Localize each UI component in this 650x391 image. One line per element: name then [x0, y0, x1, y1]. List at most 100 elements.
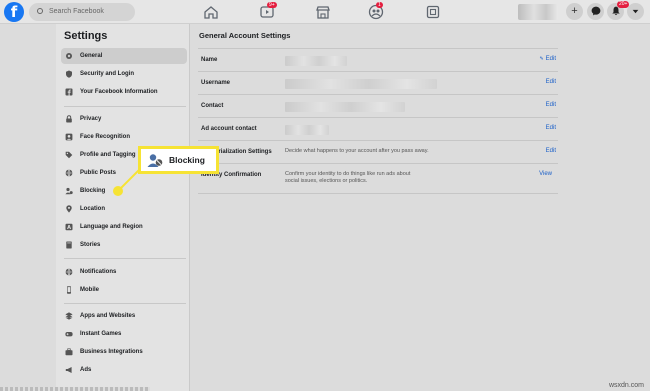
pencil-icon: ✎: [539, 56, 544, 62]
settings-row-memorialization[interactable]: Memorialization Settings Decide what hap…: [198, 140, 558, 162]
create-button[interactable]: +: [566, 3, 583, 20]
block-user-icon: [65, 187, 73, 195]
sidebar-item-label: Public Posts: [80, 170, 117, 176]
globe-icon: [65, 169, 73, 177]
edit-link[interactable]: Edit: [546, 102, 556, 108]
sidebar-item-label: Instant Games: [80, 331, 122, 337]
sidebar-item-label: Blocking: [80, 188, 106, 194]
marketplace-icon[interactable]: [315, 4, 331, 20]
gear-icon: [65, 52, 73, 60]
briefcase-icon: [65, 348, 73, 356]
sidebar-divider: [64, 303, 186, 304]
sidebar-item-label: Security and Login: [80, 71, 135, 77]
shield-icon: [65, 70, 73, 78]
edit-link[interactable]: Edit: [546, 79, 556, 85]
row-label: Name: [201, 57, 218, 63]
row-label: Contact: [201, 103, 224, 109]
sidebar-item-facebook-information[interactable]: Your Facebook Information: [61, 84, 187, 100]
sidebar-title: Settings: [64, 30, 108, 42]
sidebar-item-label: Apps and Websites: [80, 313, 136, 319]
svg-text:A: A: [67, 225, 71, 231]
face-icon: [65, 133, 73, 141]
redacted-value: [285, 56, 347, 66]
facebook-icon: [65, 88, 73, 96]
gaming-icon[interactable]: [425, 4, 441, 20]
plus-icon: +: [571, 5, 578, 17]
search-placeholder: Search Facebook: [49, 8, 104, 15]
sidebar-item-label: Face Recognition: [80, 134, 131, 140]
view-link[interactable]: View: [539, 171, 552, 177]
sidebar-item-label: Business Integrations: [80, 349, 143, 355]
caret-down-icon: [632, 9, 639, 14]
apps-icon: [65, 312, 73, 320]
row-divider: [198, 193, 558, 194]
sidebar-divider: [64, 106, 186, 107]
row-label: Ad account contact: [201, 126, 257, 132]
sidebar-item-label: General: [80, 53, 103, 59]
profile-avatar[interactable]: [518, 4, 558, 20]
notifications-button[interactable]: 20+: [607, 1, 630, 20]
game-icon: [65, 330, 73, 338]
row-description: Decide what happens to your account afte…: [285, 148, 429, 154]
sidebar-item-instant-games[interactable]: Instant Games: [61, 326, 187, 342]
settings-row-username[interactable]: Username Edit: [198, 71, 558, 93]
sidebar-item-label: Profile and Tagging: [80, 152, 136, 158]
sidebar-item-language-region[interactable]: A Language and Region: [61, 219, 187, 235]
redacted-value: [285, 79, 437, 89]
sidebar-item-label: Notifications: [80, 269, 117, 275]
edit-link[interactable]: Edit: [546, 148, 556, 154]
sidebar-item-blocking[interactable]: Blocking: [61, 183, 187, 199]
groups-badge: 1: [376, 2, 383, 8]
messenger-button[interactable]: [587, 3, 604, 20]
sidebar-item-mobile[interactable]: Mobile: [61, 282, 187, 298]
settings-row-identity-confirmation[interactable]: Identity Confirmation Confirm your ident…: [198, 163, 558, 193]
groups-icon[interactable]: 1: [368, 2, 384, 20]
lock-icon: [65, 115, 73, 123]
row-description: Confirm your identity to do things like …: [285, 171, 411, 184]
sidebar-item-face-recognition[interactable]: Face Recognition: [61, 129, 187, 145]
globe-icon: [65, 268, 73, 276]
edit-link[interactable]: ✎ Edit: [539, 56, 556, 62]
block-user-icon: [147, 154, 163, 167]
sidebar-item-label: Privacy: [80, 116, 102, 122]
settings-row-name[interactable]: Name ✎ Edit: [198, 48, 558, 70]
phone-icon: [65, 286, 73, 294]
home-icon[interactable]: [203, 4, 219, 20]
settings-row-contact[interactable]: Contact Edit: [198, 94, 558, 116]
sidebar-item-label: Location: [80, 206, 105, 212]
edit-link[interactable]: Edit: [546, 125, 556, 131]
sidebar-item-label: Your Facebook Information: [80, 89, 158, 95]
sidebar-item-ads[interactable]: Ads: [61, 362, 187, 378]
pin-icon: [65, 205, 73, 213]
account-menu-button[interactable]: [627, 3, 644, 20]
top-bar: f Search Facebook 9+ 1 + 20+: [0, 0, 650, 24]
messenger-icon: [591, 6, 600, 16]
sidebar-item-label: Ads: [80, 367, 92, 373]
sidebar-item-notifications[interactable]: Notifications: [61, 264, 187, 280]
sidebar-divider: [64, 258, 186, 259]
watch-icon[interactable]: 9+: [259, 2, 277, 20]
callout-label: Blocking: [169, 155, 205, 165]
watermark: wsxdn.com: [608, 382, 644, 389]
redacted-value: [285, 125, 329, 135]
sidebar-item-label: Language and Region: [80, 224, 143, 230]
blocking-callout: Blocking: [138, 146, 219, 174]
megaphone-icon: [65, 366, 73, 374]
sidebar-item-apps-websites[interactable]: Apps and Websites: [61, 308, 187, 324]
taskbar-strip: [0, 387, 150, 391]
general-account-settings-panel: General Account Settings Name ✎ Edit User…: [190, 24, 650, 391]
row-label: Username: [201, 80, 231, 86]
sidebar-item-label: Mobile: [80, 287, 99, 293]
sidebar-item-privacy[interactable]: Privacy: [61, 111, 187, 127]
search-input[interactable]: Search Facebook: [29, 3, 135, 21]
sidebar-item-label: Stories: [80, 242, 101, 248]
sidebar-item-business-integrations[interactable]: Business Integrations: [61, 344, 187, 360]
sidebar-item-security[interactable]: Security and Login: [61, 66, 187, 82]
settings-row-ad-account-contact[interactable]: Ad account contact Edit: [198, 117, 558, 139]
sidebar-item-stories[interactable]: Stories: [61, 237, 187, 253]
search-icon: [37, 8, 43, 14]
sidebar-item-location[interactable]: Location: [61, 201, 187, 217]
facebook-logo-icon[interactable]: f: [4, 2, 24, 22]
sidebar-item-general[interactable]: General: [61, 48, 187, 64]
book-icon: [65, 241, 73, 249]
